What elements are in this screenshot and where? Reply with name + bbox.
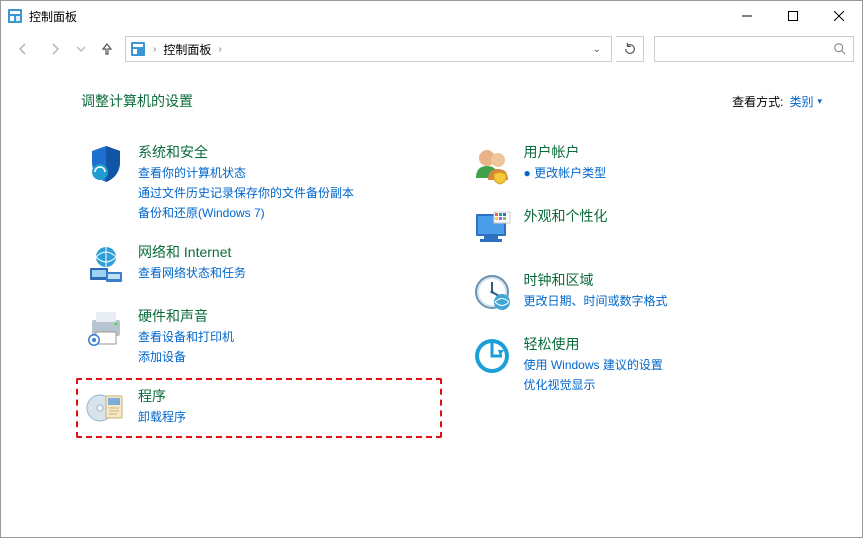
category-link[interactable]: 通过文件历史记录保存你的文件备份副本 bbox=[138, 184, 354, 202]
clock-icon[interactable] bbox=[470, 270, 514, 314]
category-title[interactable]: 系统和安全 bbox=[138, 142, 354, 162]
programs-icon[interactable] bbox=[84, 386, 128, 430]
back-button[interactable] bbox=[9, 35, 37, 63]
recent-dropdown[interactable] bbox=[73, 35, 89, 63]
category-link[interactable]: 备份和还原(Windows 7) bbox=[138, 204, 354, 222]
up-button[interactable] bbox=[93, 35, 121, 63]
search-input[interactable] bbox=[654, 36, 854, 62]
category-title[interactable]: 轻松使用 bbox=[524, 334, 663, 354]
category-title[interactable]: 程序 bbox=[138, 386, 186, 406]
breadcrumb-chevron-icon[interactable]: › bbox=[218, 44, 221, 55]
left-column: 系统和安全 查看你的计算机状态 通过文件历史记录保存你的文件备份副本 备份和还原… bbox=[81, 139, 437, 433]
category-appearance: 外观和个性化 bbox=[467, 203, 823, 253]
titlebar: 控制面板 bbox=[1, 1, 862, 31]
printer-icon[interactable] bbox=[84, 306, 128, 350]
category-title[interactable]: 用户帐户 bbox=[524, 142, 607, 162]
window-title: 控制面板 bbox=[29, 8, 724, 25]
category-programs: 程序 卸载程序 bbox=[76, 378, 442, 438]
network-icon[interactable] bbox=[84, 242, 128, 286]
category-columns: 系统和安全 查看你的计算机状态 通过文件历史记录保存你的文件备份副本 备份和还原… bbox=[81, 139, 822, 433]
content-area: 调整计算机的设置 查看方式: 类别 系统和安全 查看你的计算机状态 通过 bbox=[1, 67, 862, 457]
category-link[interactable]: 查看网络状态和任务 bbox=[138, 264, 246, 282]
address-history-dropdown[interactable]: ⌄ bbox=[587, 44, 607, 55]
window-controls bbox=[724, 1, 862, 31]
category-user-accounts: 用户帐户 ● 更改帐户类型 bbox=[467, 139, 823, 189]
viewby-label: 查看方式: bbox=[732, 93, 783, 110]
category-hardware-sound: 硬件和声音 查看设备和打印机 添加设备 bbox=[81, 303, 437, 369]
content-header: 调整计算机的设置 查看方式: 类别 bbox=[81, 91, 822, 111]
category-link[interactable]: 卸载程序 bbox=[138, 408, 186, 426]
category-link[interactable]: ● 更改帐户类型 bbox=[524, 164, 607, 182]
close-button[interactable] bbox=[816, 1, 862, 31]
shield-icon[interactable] bbox=[84, 142, 128, 186]
category-title[interactable]: 时钟和区域 bbox=[524, 270, 668, 290]
address-bar[interactable]: › 控制面板 › ⌄ bbox=[125, 36, 612, 62]
ease-of-access-icon[interactable] bbox=[470, 334, 514, 378]
category-link[interactable]: 查看设备和打印机 bbox=[138, 328, 234, 346]
category-network: 网络和 Internet 查看网络状态和任务 bbox=[81, 239, 437, 289]
navbar: › 控制面板 › ⌄ bbox=[1, 31, 862, 67]
category-link[interactable]: 优化视觉显示 bbox=[524, 376, 663, 394]
category-title[interactable]: 外观和个性化 bbox=[524, 206, 608, 226]
category-title[interactable]: 网络和 Internet bbox=[138, 242, 246, 262]
page-title: 调整计算机的设置 bbox=[81, 91, 732, 111]
breadcrumb-chevron-icon[interactable]: › bbox=[153, 44, 156, 55]
category-ease-of-access: 轻松使用 使用 Windows 建议的设置 优化视觉显示 bbox=[467, 331, 823, 397]
category-title[interactable]: 硬件和声音 bbox=[138, 306, 234, 326]
viewby-dropdown[interactable]: 类别 bbox=[789, 93, 822, 110]
search-icon bbox=[833, 42, 847, 56]
right-column: 用户帐户 ● 更改帐户类型 bbox=[467, 139, 823, 433]
category-link[interactable]: 查看你的计算机状态 bbox=[138, 164, 354, 182]
minimize-button[interactable] bbox=[724, 1, 770, 31]
users-icon[interactable] bbox=[470, 142, 514, 186]
breadcrumb-segment[interactable]: 控制面板 bbox=[163, 41, 211, 58]
category-clock-region: 时钟和区域 更改日期、时间或数字格式 bbox=[467, 267, 823, 317]
control-panel-icon bbox=[7, 8, 23, 24]
forward-button[interactable] bbox=[41, 35, 69, 63]
category-link[interactable]: 添加设备 bbox=[138, 348, 234, 366]
address-icon bbox=[130, 41, 146, 57]
category-system-security: 系统和安全 查看你的计算机状态 通过文件历史记录保存你的文件备份副本 备份和还原… bbox=[81, 139, 437, 225]
category-link[interactable]: 更改日期、时间或数字格式 bbox=[524, 292, 668, 310]
refresh-button[interactable] bbox=[616, 36, 644, 62]
category-link[interactable]: 使用 Windows 建议的设置 bbox=[524, 356, 663, 374]
appearance-icon[interactable] bbox=[470, 206, 514, 250]
maximize-button[interactable] bbox=[770, 1, 816, 31]
